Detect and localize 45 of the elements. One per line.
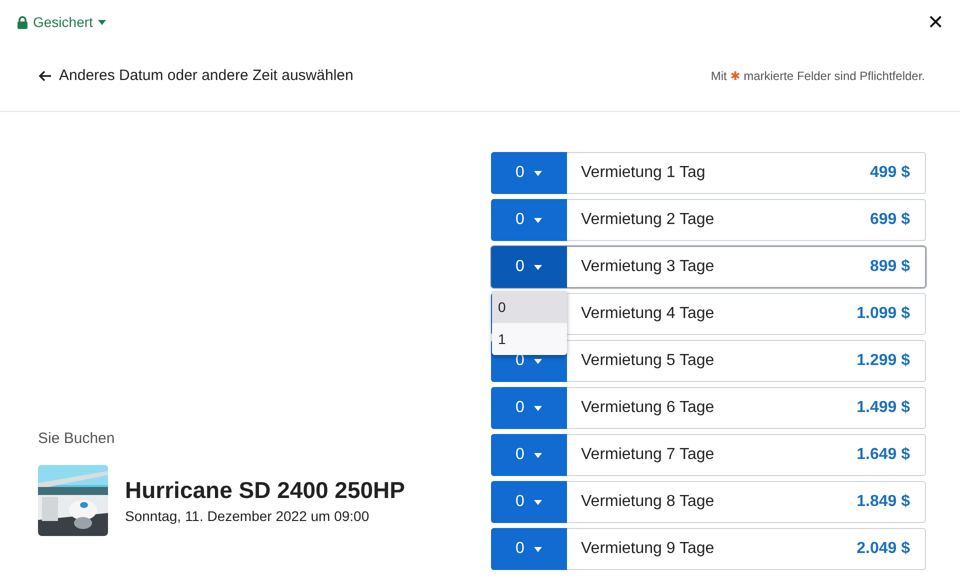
rate-label: Vermietung 8 Tage bbox=[580, 492, 716, 512]
rate-label: Vermietung 5 Tage bbox=[580, 351, 716, 371]
rate-price: 499 $ bbox=[870, 163, 911, 183]
caret-icon bbox=[534, 358, 542, 364]
rate-label: Vermietung 1 Tag bbox=[580, 163, 706, 183]
close-button[interactable]: ✕ bbox=[923, 10, 948, 34]
lock-icon bbox=[17, 16, 28, 28]
quantity-select[interactable]: 0 bbox=[491, 199, 567, 241]
section-heading: Sie Buchen bbox=[38, 430, 116, 447]
rate-price: 699 $ bbox=[870, 210, 911, 230]
rate-label: Vermietung 2 Tage bbox=[580, 210, 716, 230]
rate-label: Vermietung 9 Tage bbox=[580, 539, 716, 559]
caret-icon bbox=[534, 546, 542, 552]
rate-price: 899 $ bbox=[870, 257, 911, 277]
rate-label: Vermietung 3 Tage bbox=[580, 257, 716, 277]
required-fields-note: Mit ✱ markierte Felder sind Pflichtfelder. bbox=[710, 68, 925, 82]
rate-price: 1.499 $ bbox=[856, 398, 911, 418]
back-link[interactable]: Anderes Datum oder andere Zeit auswählen bbox=[38, 67, 354, 84]
rate-price: 1.099 $ bbox=[856, 304, 911, 324]
quantity-select[interactable]: 0 bbox=[491, 387, 567, 429]
rate-label: Vermietung 7 Tage bbox=[580, 445, 716, 465]
rate-price: 2.049 $ bbox=[856, 539, 911, 559]
caret-icon bbox=[534, 452, 542, 458]
rate-price: 1.649 $ bbox=[856, 445, 911, 465]
caret-icon bbox=[534, 406, 542, 410]
dropdown-option[interactable]: 1 bbox=[492, 323, 567, 355]
quantity-select[interactable]: 0 bbox=[491, 246, 567, 288]
quantity-select[interactable]: 0 bbox=[491, 481, 567, 523]
caret-icon bbox=[534, 218, 542, 222]
quantity-select[interactable]: 0 bbox=[491, 528, 567, 570]
caret-icon bbox=[534, 264, 542, 270]
rate-price: 1.299 $ bbox=[856, 351, 911, 371]
dropdown-option[interactable]: 0 bbox=[492, 291, 567, 323]
security-menu[interactable]: Gesichert bbox=[17, 14, 106, 30]
caret-icon bbox=[98, 20, 106, 24]
boat-title: Hurricane SD 2400 250HP bbox=[125, 477, 405, 504]
rate-label: Vermietung 4 Tage bbox=[580, 304, 716, 324]
quantity-select[interactable]: 0 bbox=[491, 434, 567, 476]
back-arrow-icon bbox=[38, 70, 52, 82]
rate-price: 1.849 $ bbox=[856, 492, 911, 512]
booking-date: Sonntag, 11. Dezember 2022 um 09:00 bbox=[125, 508, 370, 524]
rate-label: Vermietung 6 Tage bbox=[580, 398, 716, 418]
quantity-select[interactable]: 0 bbox=[491, 152, 567, 194]
caret-icon bbox=[534, 500, 542, 504]
caret-icon bbox=[534, 170, 542, 176]
